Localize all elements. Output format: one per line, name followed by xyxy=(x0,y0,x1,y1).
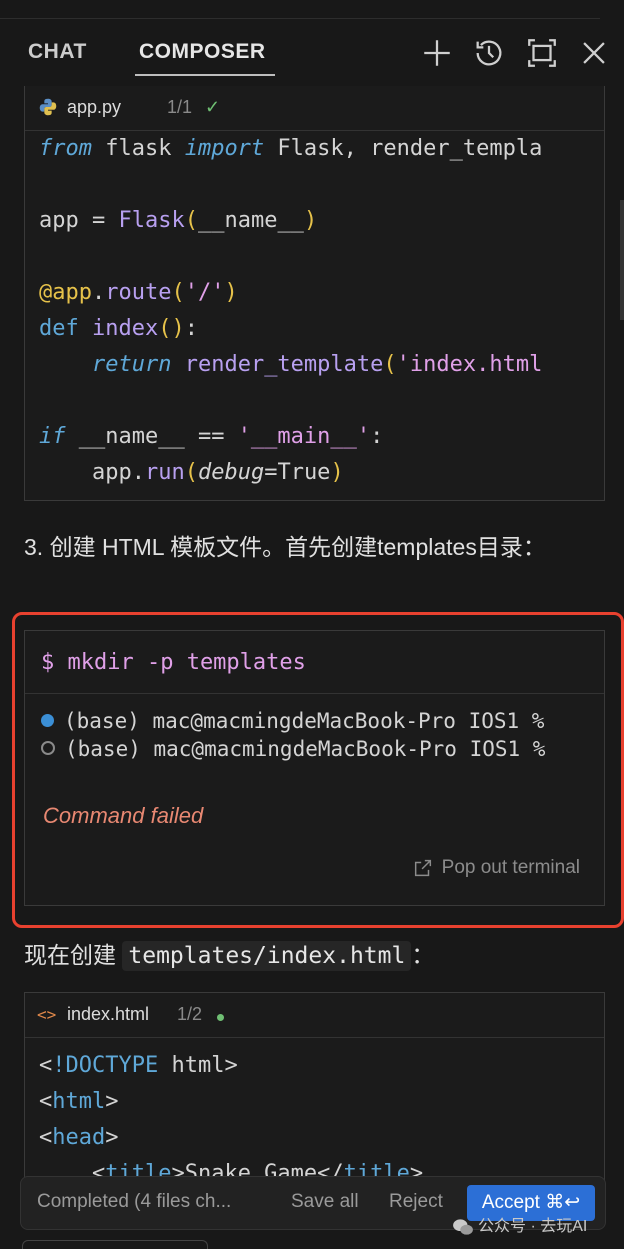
composer-header: CHAT COMPOSER xyxy=(0,28,624,80)
tab-composer[interactable]: COMPOSER xyxy=(139,40,266,64)
scrollbar[interactable] xyxy=(620,200,624,320)
check-icon: ✓ xyxy=(205,97,221,117)
pop-out-terminal-button[interactable]: Pop out terminal xyxy=(412,857,580,879)
file-count: 1/2 xyxy=(177,1004,203,1024)
terminal-block: $ mkdir -p templates (base) mac@macmingd… xyxy=(24,630,605,906)
save-all-button[interactable]: Save all xyxy=(291,1191,359,1213)
code-line: app = Flask(__name__) xyxy=(39,208,318,233)
code-line: <head> xyxy=(39,1125,119,1150)
code-line: <html> xyxy=(39,1089,119,1114)
file-header[interactable]: app.py 1/1 ✓ xyxy=(25,86,604,131)
modified-dot-icon xyxy=(217,1005,224,1026)
html-file-icon: <> xyxy=(37,1005,57,1024)
file-count: 1/1 xyxy=(167,97,193,117)
python-file-icon xyxy=(37,96,59,118)
code-line: return render_template('index.html xyxy=(91,352,543,377)
code-content: <!DOCTYPE html> <html> <head> <title>Snake… xyxy=(25,1038,604,1192)
now-create-text: 现在创建 templates/index.html： xyxy=(24,941,435,971)
pop-out-icon xyxy=(414,859,431,877)
status-dot-icon xyxy=(41,713,54,727)
watermark: 公众号 · 去玩AI xyxy=(452,1212,587,1236)
code-line: def index(): xyxy=(39,316,198,341)
tab-chat[interactable]: CHAT xyxy=(28,40,87,64)
code-line: if __name__ == '__main__': xyxy=(39,424,384,449)
close-icon[interactable] xyxy=(577,36,611,70)
file-header[interactable]: <> index.html 1/2 xyxy=(25,993,604,1038)
step-3-text: 3. 创建 HTML 模板文件。首先创建templates目录： xyxy=(24,534,546,560)
terminal-line: (base) mac@macmingdeMacBook-Pro IOS1 % xyxy=(41,737,545,761)
code-line: app.run(debug=True) xyxy=(39,460,344,485)
code-block-app-py: app.py 1/1 ✓ from flask import Flask, re… xyxy=(24,86,605,501)
active-tab-underline xyxy=(135,74,275,76)
command-status: Command failed xyxy=(43,803,204,828)
wechat-icon xyxy=(453,1219,473,1235)
plus-icon[interactable] xyxy=(420,36,454,70)
code-line: @app.route('/') xyxy=(39,280,238,305)
expand-icon[interactable] xyxy=(525,36,559,70)
reject-button[interactable]: Reject xyxy=(389,1191,443,1213)
history-icon[interactable] xyxy=(472,36,506,70)
status-dot-icon xyxy=(41,741,55,755)
file-name: app.py xyxy=(67,97,122,117)
top-divider xyxy=(0,0,600,19)
terminal-command: $ mkdir -p templates xyxy=(25,631,604,694)
code-line: from flask import Flask, render_templa xyxy=(39,136,543,161)
code-content: from flask import Flask, render_templa a… xyxy=(25,131,604,491)
completed-toggle[interactable]: Completed (4 files ch... xyxy=(37,1191,231,1213)
code-line: <!DOCTYPE html> xyxy=(39,1053,238,1078)
file-name: index.html xyxy=(67,1004,150,1024)
terminal-line: (base) mac@macmingdeMacBook-Pro IOS1 % xyxy=(41,709,544,733)
inline-code-path: templates/index.html xyxy=(122,941,412,971)
